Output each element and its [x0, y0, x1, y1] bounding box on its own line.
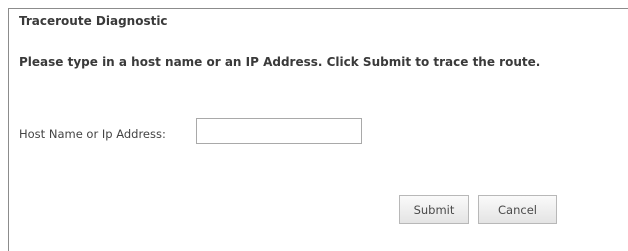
page-title: Traceroute Diagnostic	[19, 14, 168, 28]
cancel-button[interactable]: Cancel	[478, 195, 557, 224]
host-label: Host Name or Ip Address:	[19, 127, 166, 141]
instructions-text: Please type in a host name or an IP Addr…	[19, 55, 541, 69]
submit-button[interactable]: Submit	[399, 195, 469, 224]
host-input[interactable]	[196, 118, 362, 144]
